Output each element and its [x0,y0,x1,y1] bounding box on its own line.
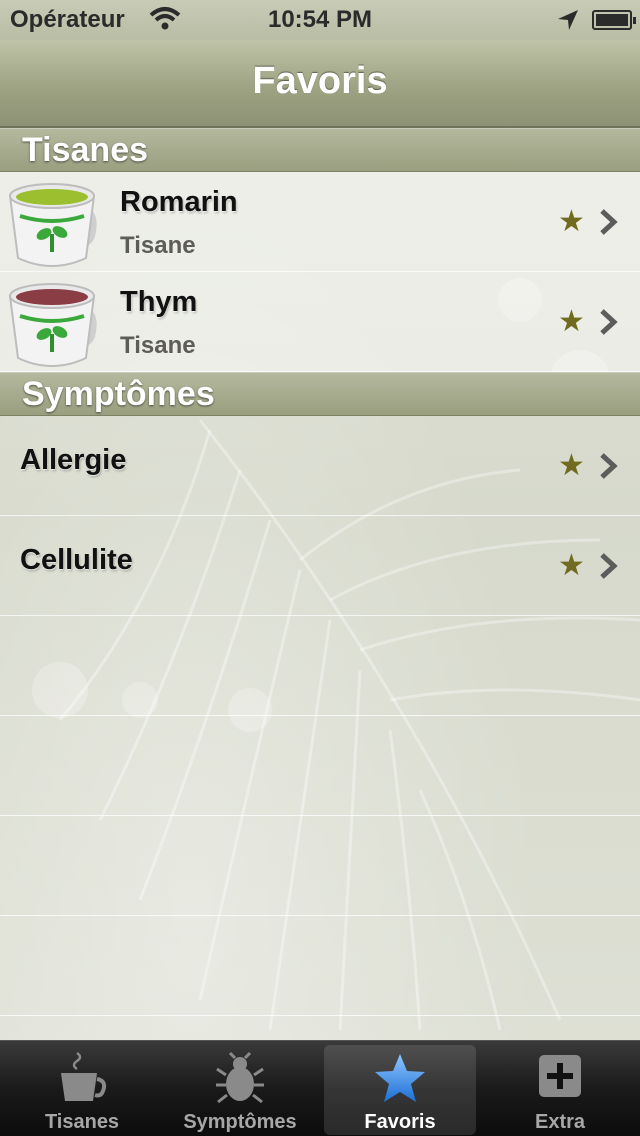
item-title: Allergie [20,444,127,476]
tab-symptomes[interactable]: Symptômes [164,1045,316,1135]
list-item-allergie[interactable]: Allergie ★ [0,416,640,516]
favorite-star-icon: ★ [558,204,585,239]
tea-cup-icon [4,178,100,274]
chevron-right-icon [598,452,620,484]
location-arrow-icon [556,8,580,39]
section-header-symptomes: Symptômes [0,372,640,416]
tab-bar: Tisanes Symptômes Favoris Extra [0,1040,640,1136]
status-time: 10:54 PM [267,6,373,33]
tea-cup-icon [4,278,100,374]
tea-cup-icon [55,1051,109,1111]
tab-favoris[interactable]: Favoris [324,1045,476,1135]
list-item-romarin[interactable]: Romarin Tisane ★ [0,172,640,272]
chevron-right-icon [598,208,620,240]
page-title: Favoris [252,60,388,102]
item-subtitle: Tisane [120,332,196,359]
tab-label: Favoris [364,1111,436,1133]
tab-tisanes[interactable]: Tisanes [6,1045,158,1135]
list-item-cellulite[interactable]: Cellulite ★ [0,516,640,616]
status-bar: Opérateur 10:54 PM [0,0,640,40]
plus-icon [536,1051,584,1107]
row-separator [0,915,640,916]
chevron-right-icon [598,552,620,584]
row-separator [0,715,640,716]
favorite-star-icon: ★ [558,548,585,583]
tab-extra[interactable]: Extra [484,1045,636,1135]
row-separator [0,815,640,816]
section-header-label: Tisanes [22,131,149,169]
item-title: Cellulite [20,544,133,576]
tab-label: Tisanes [44,1111,120,1133]
row-separator [0,1015,640,1016]
battery-icon [592,10,636,30]
section-header-tisanes: Tisanes [0,128,640,172]
tab-label: Extra [534,1111,586,1133]
bug-icon [213,1051,267,1111]
chevron-right-icon [598,308,620,340]
list-item-thym[interactable]: Thym Tisane ★ [0,272,640,372]
favorite-star-icon: ★ [558,448,585,483]
favorite-star-icon: ★ [558,304,585,339]
section-header-label: Symptômes [22,375,215,413]
navigation-bar: Favoris [0,40,640,128]
tab-label: Symptômes [183,1111,297,1133]
item-subtitle: Tisane [120,232,196,259]
star-icon [372,1051,428,1111]
item-title: Romarin [120,186,238,218]
item-title: Thym [120,286,198,318]
